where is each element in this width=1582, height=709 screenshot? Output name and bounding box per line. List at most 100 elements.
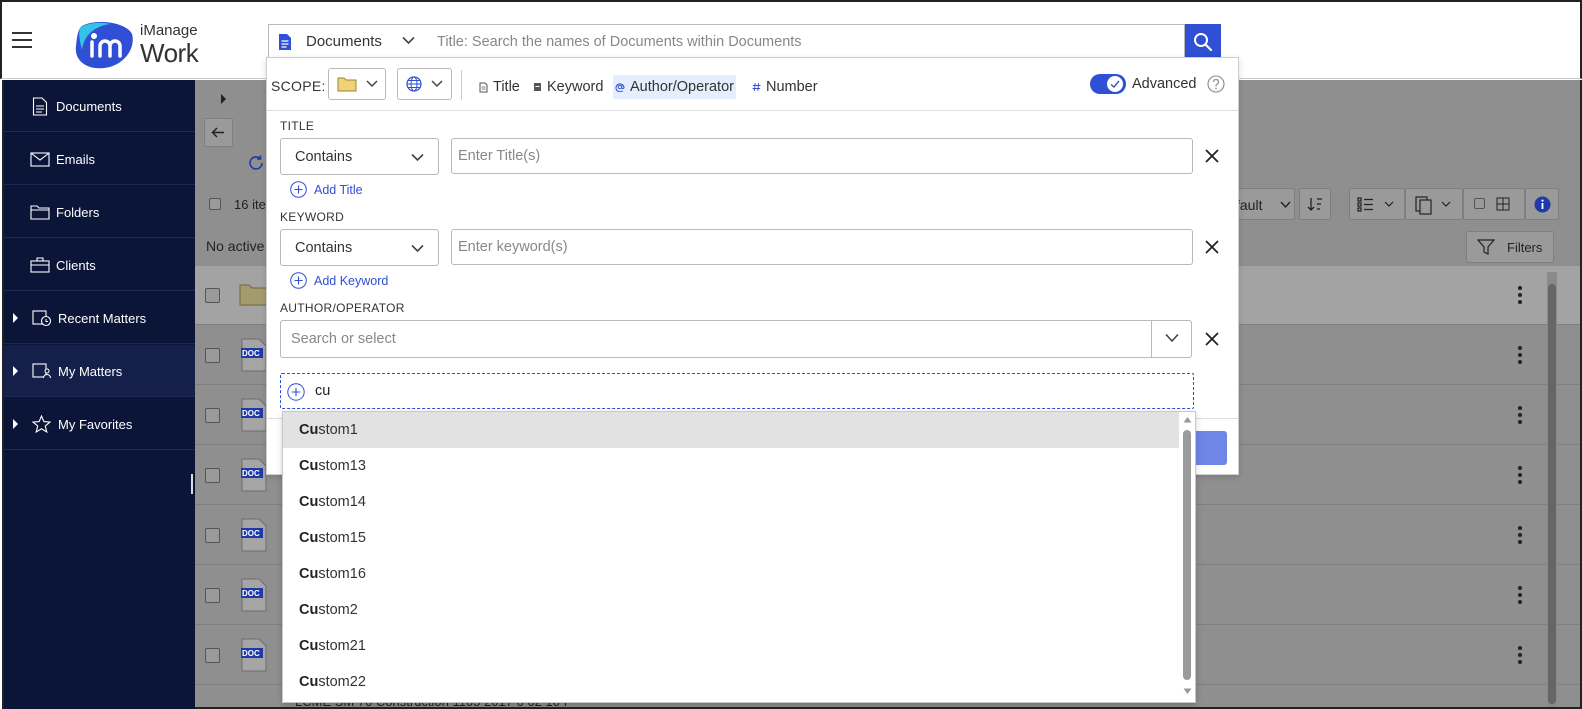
document-actions-icon xyxy=(1415,196,1451,215)
row-checkbox[interactable] xyxy=(205,288,220,303)
row-checkbox[interactable] xyxy=(205,408,220,423)
clear-author-icon[interactable] xyxy=(1205,332,1219,346)
clear-title-icon[interactable] xyxy=(1205,149,1219,163)
list-item[interactable]: Cu stom15 xyxy=(283,520,1179,556)
row-checkbox[interactable] xyxy=(205,588,220,603)
info-button[interactable] xyxy=(1525,188,1559,220)
more-options-icon[interactable] xyxy=(1518,346,1522,364)
chip-author-operator[interactable]: Author/Operator xyxy=(613,75,736,99)
hamburger-menu-icon[interactable] xyxy=(12,30,34,50)
selection-tools[interactable] xyxy=(1463,188,1525,220)
doc-badge-text: DOC xyxy=(242,409,260,418)
sidebar-item-documents[interactable]: Documents xyxy=(4,80,197,132)
filters-label: Filters xyxy=(1507,240,1543,255)
more-options-icon[interactable] xyxy=(1518,406,1522,424)
document-icon xyxy=(278,33,292,51)
more-options-icon[interactable] xyxy=(1518,586,1522,604)
list-item[interactable]: Cu stom21 xyxy=(283,628,1179,664)
add-circle-icon xyxy=(290,272,307,289)
keyword-input[interactable] xyxy=(451,229,1193,265)
advanced-label: Advanced xyxy=(1132,76,1197,92)
globe-icon xyxy=(406,76,422,92)
scroll-up-icon[interactable] xyxy=(1183,416,1192,423)
more-options-icon[interactable] xyxy=(1518,646,1522,664)
add-title-link[interactable]: Add Title xyxy=(290,181,363,198)
title-input[interactable] xyxy=(451,138,1193,174)
list-item[interactable]: Cu stom22 xyxy=(283,664,1179,700)
refresh-icon[interactable] xyxy=(247,154,265,172)
sidebar-item-recent-matters[interactable]: Recent Matters xyxy=(4,292,197,344)
scroll-down-icon[interactable] xyxy=(1183,688,1192,695)
scope-bar: SCOPE: Title Keyword Author/Operator Num… xyxy=(267,58,1238,111)
combo-divider xyxy=(1151,321,1152,357)
match-text: Cu xyxy=(299,674,319,690)
filter-icon xyxy=(1477,239,1495,255)
row-checkbox[interactable] xyxy=(205,528,220,543)
sidebar-item-clients[interactable]: Clients xyxy=(4,239,197,291)
add-keyword-link[interactable]: Add Keyword xyxy=(290,272,388,289)
sort-select[interactable]: fault xyxy=(1235,188,1295,220)
chip-label: Title xyxy=(493,79,520,95)
main-scrollbar[interactable] xyxy=(1547,272,1557,707)
list-item[interactable]: Cu stom16 xyxy=(283,556,1179,592)
row-checkbox[interactable] xyxy=(205,468,220,483)
keyword-operator-select[interactable]: Contains xyxy=(280,229,439,266)
sidebar-item-folders[interactable]: Folders xyxy=(4,186,197,238)
add-author-input-box[interactable] xyxy=(280,373,1194,409)
expand-caret-icon[interactable] xyxy=(12,313,19,323)
add-title-label: Add Title xyxy=(314,182,363,197)
list-item[interactable]: Cu stom1 xyxy=(283,412,1179,448)
filters-button[interactable]: Filters xyxy=(1466,231,1554,263)
sort-direction-button[interactable] xyxy=(1299,188,1331,220)
dropdown-scrollbar[interactable] xyxy=(1180,412,1195,702)
author-combobox[interactable] xyxy=(280,320,1192,358)
row-checkbox[interactable] xyxy=(205,648,220,663)
folder-icon xyxy=(30,203,50,221)
scrollbar-thumb[interactable] xyxy=(1548,284,1556,704)
back-button[interactable] xyxy=(204,118,233,147)
scrollbar-thumb[interactable] xyxy=(1183,430,1191,680)
row-checkbox[interactable] xyxy=(205,348,220,363)
more-options-icon[interactable] xyxy=(1518,466,1522,484)
help-icon[interactable] xyxy=(1207,75,1225,93)
search-scope-select[interactable]: Documents xyxy=(268,24,426,59)
imanage-logo[interactable]: iManage Work xyxy=(74,18,214,70)
global-search-input[interactable] xyxy=(425,24,1185,59)
match-text: Cu xyxy=(299,422,319,438)
select-all-checkbox[interactable] xyxy=(209,198,221,210)
sidebar-item-my-matters[interactable]: My Matters xyxy=(4,345,197,397)
document-actions-select[interactable] xyxy=(1405,188,1463,220)
author-search-input[interactable] xyxy=(281,321,1151,357)
option-rest-text: stom13 xyxy=(318,458,366,474)
sidebar-item-emails[interactable]: Emails xyxy=(4,133,197,185)
chip-keyword[interactable]: Keyword xyxy=(531,75,605,99)
sidebar-item-my-favorites[interactable]: My Favorites xyxy=(4,398,197,450)
title-operator-select[interactable]: Contains xyxy=(280,138,439,175)
scope-label: SCOPE: xyxy=(271,78,326,94)
more-options-icon[interactable] xyxy=(1518,526,1522,544)
folder-scope-select[interactable] xyxy=(328,68,386,100)
global-search-button[interactable] xyxy=(1185,24,1221,59)
chevron-down-icon[interactable] xyxy=(1165,333,1179,343)
library-scope-select[interactable] xyxy=(397,68,452,100)
expand-caret-icon[interactable] xyxy=(12,366,19,376)
email-icon xyxy=(30,150,50,168)
chip-number[interactable]: Number xyxy=(750,75,820,99)
advanced-toggle[interactable] xyxy=(1090,74,1126,94)
breadcrumb-caret-icon[interactable] xyxy=(220,94,227,104)
add-author-input[interactable] xyxy=(313,374,1183,408)
keyword-section-label: KEYWORD xyxy=(280,210,345,224)
add-circle-icon xyxy=(290,181,307,198)
more-options-icon[interactable] xyxy=(1518,286,1522,304)
list-item[interactable]: Cu stom13 xyxy=(283,448,1179,484)
expand-caret-icon[interactable] xyxy=(12,419,19,429)
logo-product-text: Work xyxy=(140,38,199,68)
list-item[interactable]: Cu stom14 xyxy=(283,484,1179,520)
select-checkbox[interactable] xyxy=(1474,198,1485,209)
clear-keyword-icon[interactable] xyxy=(1205,240,1219,254)
arrow-left-icon xyxy=(211,127,224,138)
view-mode-select[interactable] xyxy=(1349,188,1405,220)
list-item[interactable]: Cu stom2 xyxy=(283,592,1179,628)
chip-title[interactable]: Title xyxy=(477,75,522,99)
sidebar-resize-handle[interactable] xyxy=(191,474,193,494)
